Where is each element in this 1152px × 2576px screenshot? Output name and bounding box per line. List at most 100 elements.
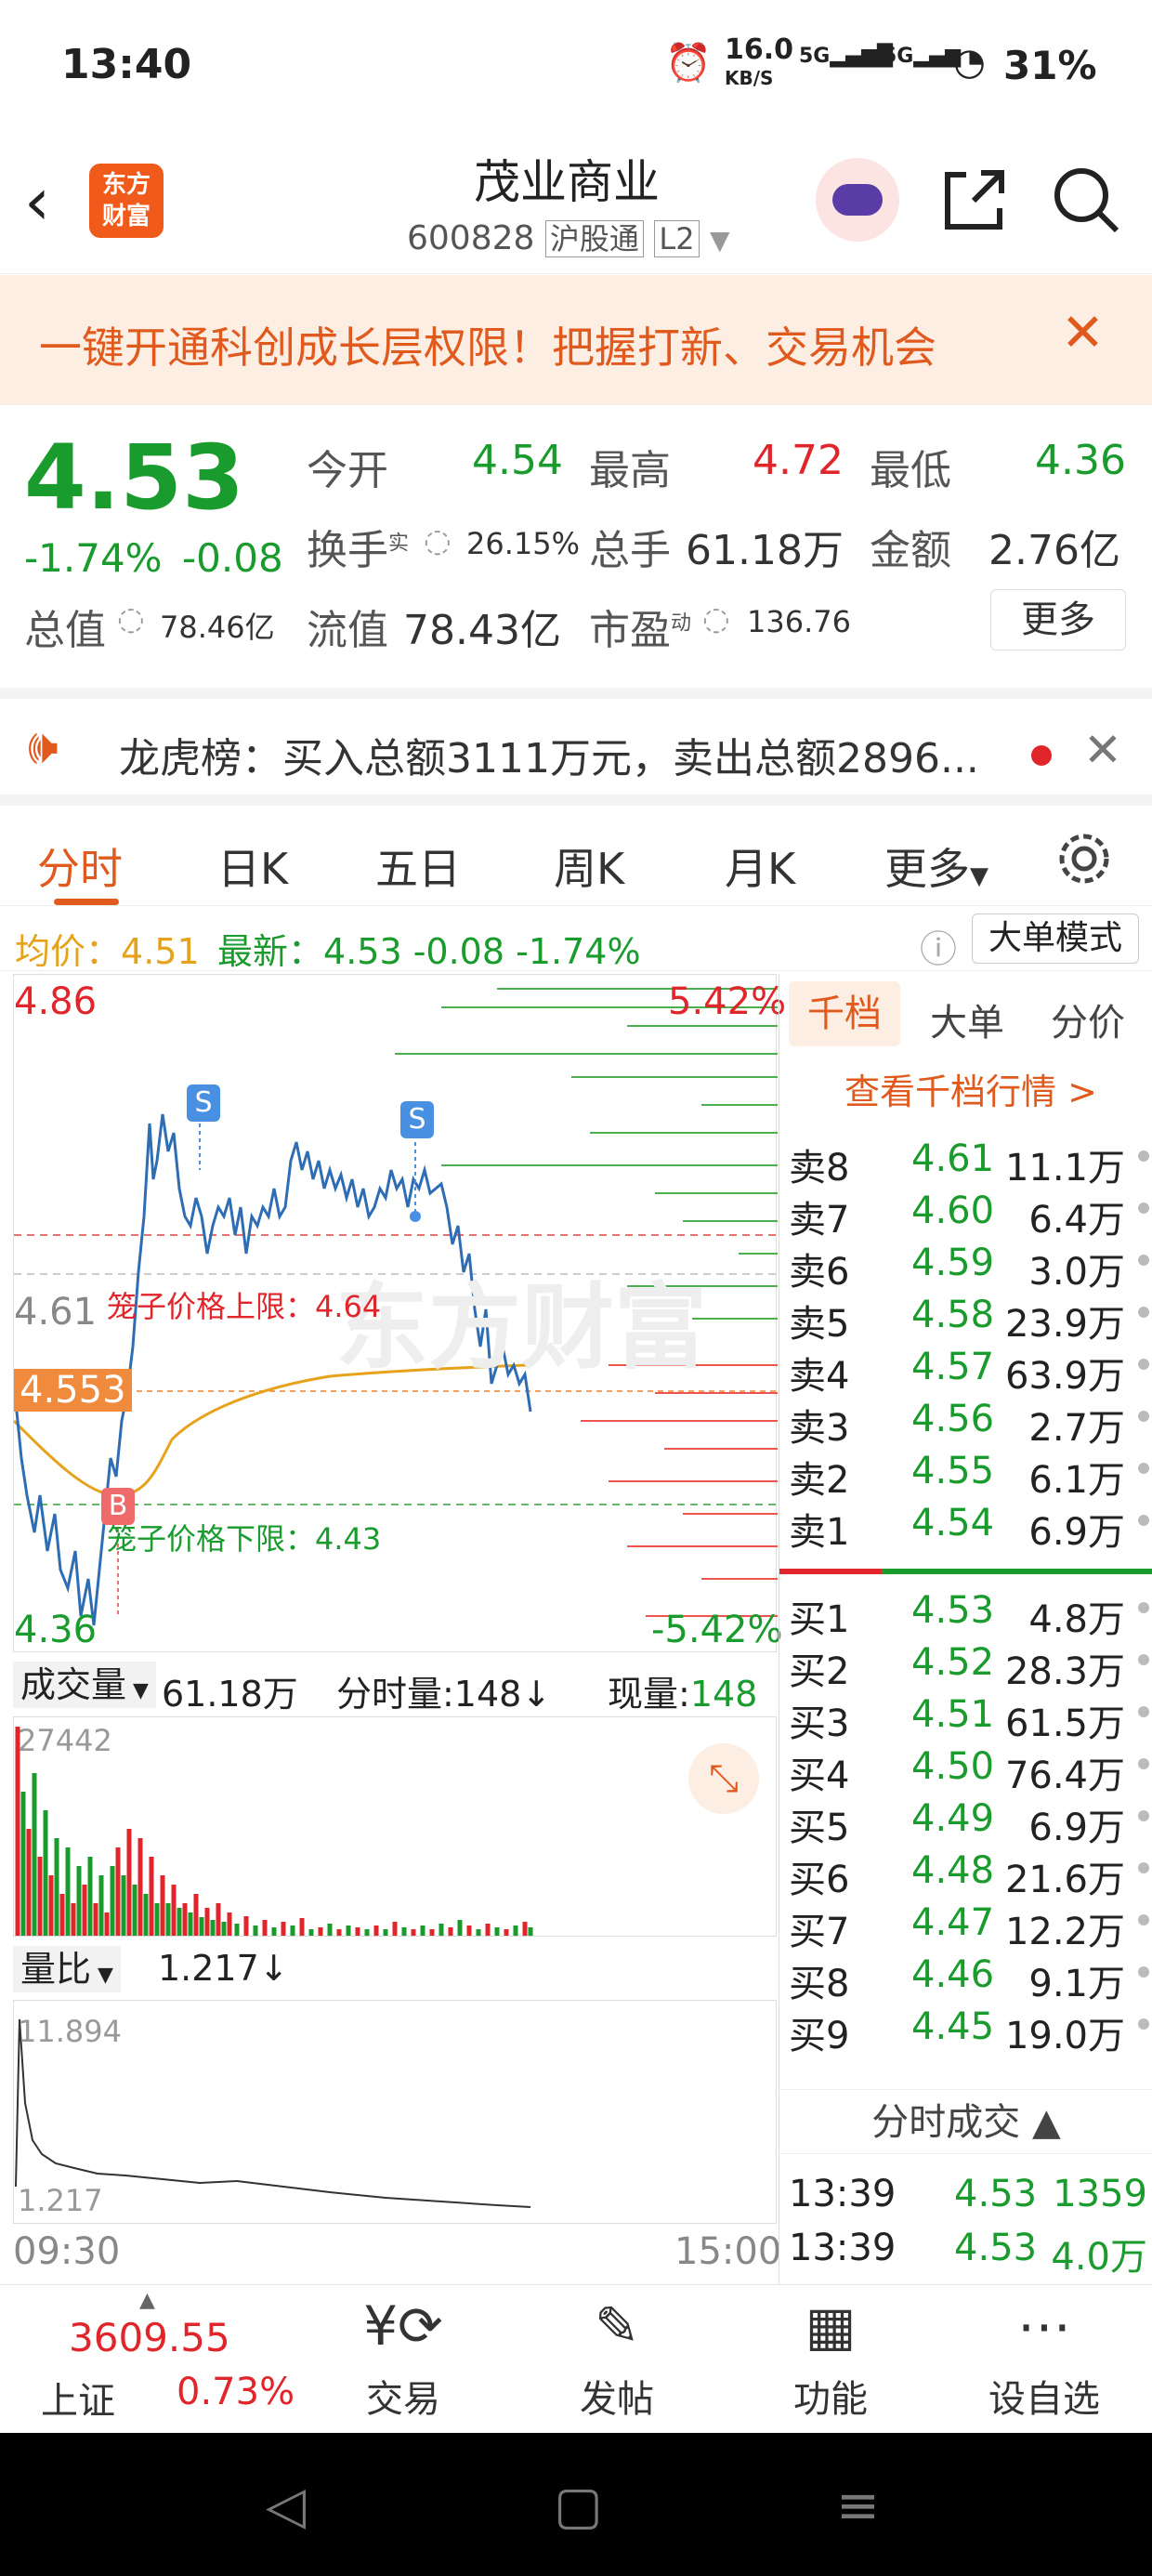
volume-header: 成交量 ▼ 61.18万 分时量:148↓ 现量:148 bbox=[13, 1652, 777, 1717]
turnover-value: 26.15% bbox=[466, 526, 581, 561]
tab-monthly-k[interactable]: 月K bbox=[725, 835, 795, 897]
bid-row[interactable]: 买9 4.45 19.0万 bbox=[789, 2000, 1152, 2057]
add-watchlist-button[interactable]: ⋯ 设自选 bbox=[951, 2294, 1137, 2423]
avg-price: 均价：4.51 bbox=[15, 931, 200, 972]
order-dot bbox=[1138, 1411, 1149, 1422]
bottom-toolbar: ▲ 3609.55 上证 0.73% ¥⟳ 交易 ✎ 发帖 ▦ 功能 ⋯ 设自选 bbox=[0, 2284, 1152, 2433]
level-badge: L2 bbox=[654, 220, 700, 257]
ask-row[interactable]: 卖6 4.59 3.0万 bbox=[789, 1236, 1152, 1294]
bid-row[interactable]: 买6 4.48 21.6万 bbox=[789, 1844, 1152, 1901]
tick-volume: 分时量:148↓ bbox=[336, 1674, 552, 1715]
settings-gear-icon[interactable] bbox=[1055, 830, 1113, 887]
notice-bar[interactable]: 🕪 龙虎榜：买入总额3111万元，卖出总额2896... ✕ bbox=[0, 688, 1152, 795]
volume-ratio-header: 量比 ▼ 1.217↓ bbox=[13, 1936, 777, 2001]
low-label: 最低 bbox=[870, 447, 951, 494]
order-dot bbox=[1138, 1914, 1149, 1925]
help-icon[interactable]: ⓘ bbox=[920, 919, 957, 973]
post-button[interactable]: ✎ 发帖 bbox=[524, 2294, 710, 2423]
bid-price: 4.51 bbox=[911, 1693, 995, 1736]
sell-signal-marker[interactable]: S bbox=[400, 1101, 434, 1138]
ask-row[interactable]: 卖4 4.57 63.9万 bbox=[789, 1340, 1152, 1398]
info-icon[interactable]: ◌ bbox=[424, 522, 452, 559]
order-dot bbox=[1138, 1515, 1149, 1526]
float-cap-value: 78.43亿 bbox=[403, 607, 561, 654]
tab-weekly-k[interactable]: 周K bbox=[554, 835, 624, 897]
index-value[interactable]: 3609.55 bbox=[69, 2315, 230, 2360]
big-order-mode-button[interactable]: 大单模式 bbox=[972, 913, 1139, 964]
robot-assistant-icon[interactable] bbox=[816, 158, 899, 242]
bid-row[interactable]: 买4 4.50 76.4万 bbox=[789, 1740, 1152, 1797]
close-icon[interactable]: ✕ bbox=[1061, 303, 1105, 363]
tab-price-dist[interactable]: 分价 bbox=[1051, 992, 1125, 1046]
grid-icon: ▦ bbox=[805, 2294, 857, 2358]
bid-price: 4.49 bbox=[911, 1797, 995, 1840]
index-pct[interactable]: 0.73% bbox=[177, 2371, 295, 2413]
tab-more[interactable]: 更多▼ bbox=[884, 835, 988, 897]
intraday-chart[interactable]: 东方财富 4.86 5.42% 4.61 4.553 4.36 -5.42% 笼… bbox=[13, 974, 786, 1652]
search-icon[interactable] bbox=[1052, 165, 1122, 236]
ask-price: 4.57 bbox=[911, 1346, 995, 1388]
ask-price: 4.60 bbox=[911, 1189, 995, 1232]
buy-signal-marker[interactable]: B bbox=[101, 1488, 135, 1525]
expand-icon[interactable]: ⤡ bbox=[688, 1743, 759, 1814]
order-dot bbox=[1138, 1810, 1149, 1821]
promo-banner[interactable]: 一键开通科创成长层权限！把握打新、交易机会 ✕ bbox=[0, 275, 1152, 405]
close-icon[interactable]: ✕ bbox=[1083, 723, 1122, 777]
tab-five-day[interactable]: 五日 bbox=[375, 835, 461, 897]
bottom-pct-label: -5.42% bbox=[651, 1609, 783, 1651]
stock-code-line[interactable]: 600828 沪股通 L2 ▼ bbox=[407, 216, 730, 258]
bid-row[interactable]: 买2 4.52 28.3万 bbox=[789, 1636, 1152, 1693]
volume-bars bbox=[15, 1727, 533, 1936]
ticks-header[interactable]: 分时成交 ▲ bbox=[779, 2089, 1152, 2154]
tab-depth[interactable]: 千档 bbox=[789, 981, 900, 1046]
signal-icon-2: 5G▂▄▆ bbox=[883, 45, 962, 68]
tick-row: 13:39 4.53 4.0万 bbox=[789, 2227, 1152, 2279]
volume-indicator-select[interactable]: 成交量 ▼ bbox=[13, 1662, 156, 1708]
recents-nav-icon[interactable]: ≡ bbox=[836, 2476, 880, 2536]
bid-row[interactable]: 买1 4.53 4.8万 bbox=[789, 1584, 1152, 1641]
bid-row[interactable]: 买3 4.51 61.5万 bbox=[789, 1688, 1152, 1745]
functions-button[interactable]: ▦ 功能 bbox=[738, 2294, 923, 2423]
mid-price-label: 4.61 bbox=[14, 1291, 98, 1334]
bid-row[interactable]: 买5 4.49 6.9万 bbox=[789, 1792, 1152, 1849]
app-logo[interactable]: 东方 财富 bbox=[89, 164, 164, 238]
trade-button[interactable]: ¥⟳ 交易 bbox=[310, 2294, 496, 2423]
info-icon[interactable]: ◌ bbox=[117, 600, 145, 637]
ratio-max-label: 11.894 bbox=[18, 2014, 122, 2049]
yuan-icon: ¥⟳ bbox=[363, 2294, 443, 2358]
home-nav-icon[interactable]: ▢ bbox=[554, 2476, 603, 2536]
open-label: 今开 bbox=[307, 447, 388, 494]
sell-signal-marker[interactable]: S bbox=[187, 1084, 220, 1122]
ask-row[interactable]: 卖1 4.54 6.9万 bbox=[789, 1496, 1152, 1554]
ratio-indicator-select[interactable]: 量比 ▼ bbox=[13, 1946, 121, 1992]
chevron-down-icon: ▼ bbox=[710, 225, 730, 256]
top-price-label: 4.86 bbox=[14, 980, 98, 1023]
tab-intraday[interactable]: 分时 bbox=[37, 835, 123, 897]
order-dot bbox=[1138, 1203, 1149, 1214]
more-button[interactable]: 更多 bbox=[990, 589, 1126, 651]
back-nav-icon[interactable]: ◁ bbox=[266, 2476, 306, 2536]
bid-row[interactable]: 买7 4.47 12.2万 bbox=[789, 1896, 1152, 1953]
ask-row[interactable]: 卖5 4.58 23.9万 bbox=[789, 1288, 1152, 1346]
view-depth-link[interactable]: 查看千档行情 > bbox=[844, 1063, 1097, 1114]
back-icon[interactable]: ‹ bbox=[24, 164, 50, 240]
high-value: 4.72 bbox=[753, 437, 844, 484]
quote-panel: 4.53 -1.74% -0.08 今开 4.54 最高 4.72 最低 4.3… bbox=[0, 405, 1152, 679]
ask-row[interactable]: 卖7 4.60 6.4万 bbox=[789, 1184, 1152, 1242]
order-dot bbox=[1138, 2018, 1149, 2030]
share-icon[interactable] bbox=[938, 165, 1009, 236]
ask-row[interactable]: 卖3 4.56 2.7万 bbox=[789, 1392, 1152, 1450]
tab-daily-k[interactable]: 日K bbox=[217, 835, 288, 897]
market-cap-value: 78.46亿 bbox=[160, 610, 275, 645]
info-icon[interactable]: ◌ bbox=[702, 600, 730, 637]
ask-price: 4.56 bbox=[911, 1398, 995, 1440]
index-name[interactable]: 上证 bbox=[41, 2371, 115, 2425]
ask-price: 4.55 bbox=[911, 1450, 995, 1492]
ask-row[interactable]: 卖8 4.61 11.1万 bbox=[789, 1132, 1152, 1189]
tab-big-orders[interactable]: 大单 bbox=[930, 992, 1004, 1046]
order-dot bbox=[1138, 1706, 1149, 1717]
volume-value: 61.18万 bbox=[686, 527, 844, 574]
stock-name: 茂业商业 bbox=[474, 155, 660, 209]
bid-row[interactable]: 买8 4.46 9.1万 bbox=[789, 1948, 1152, 2005]
ask-row[interactable]: 卖2 4.55 6.1万 bbox=[789, 1444, 1152, 1502]
